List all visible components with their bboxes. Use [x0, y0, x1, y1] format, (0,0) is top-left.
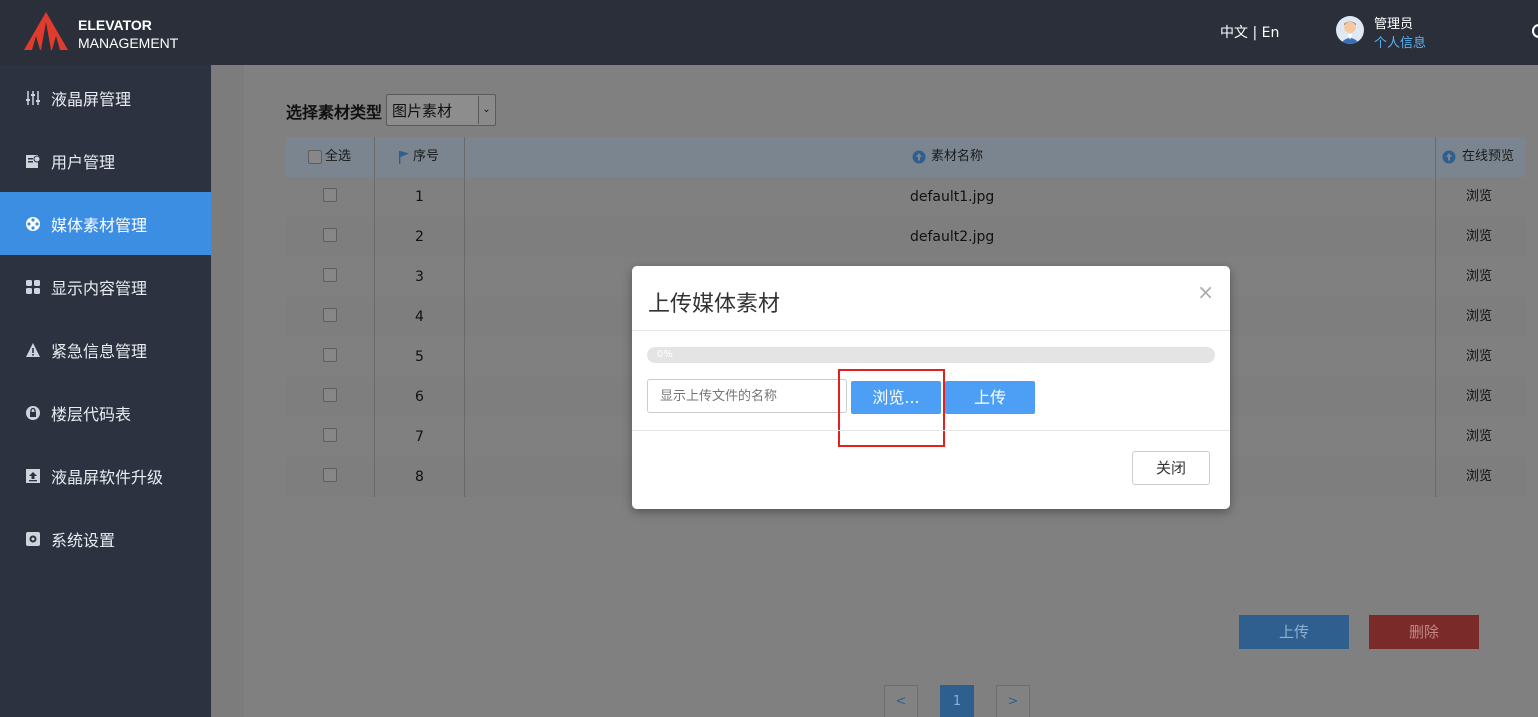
row-preview-link[interactable]: 浏览: [1466, 257, 1492, 297]
row-checkbox[interactable]: [323, 308, 337, 322]
power-icon[interactable]: [1532, 24, 1538, 38]
divider: [632, 330, 1230, 331]
flag-icon: [398, 137, 410, 177]
row-preview-link[interactable]: 浏览: [1466, 177, 1492, 217]
sidebar-item-label: 显示内容管理: [51, 278, 148, 298]
row-index: 5: [415, 349, 424, 365]
material-type-label: 选择素材类型: [286, 103, 383, 122]
row-checkbox[interactable]: [323, 228, 337, 242]
sidebar-item-floor-codes[interactable]: 楼层代码表: [0, 381, 211, 444]
header-index: 序号: [413, 149, 440, 164]
row-preview-link[interactable]: 浏览: [1466, 337, 1492, 377]
warning-icon: [24, 341, 42, 359]
row-index: 7: [415, 429, 424, 445]
row-preview-link[interactable]: 浏览: [1466, 297, 1492, 337]
row-checkbox[interactable]: [323, 268, 337, 282]
sidebar-item-upgrade[interactable]: 液晶屏软件升级: [0, 444, 211, 507]
sidebar-item-label: 用户管理: [51, 152, 116, 172]
sidebar-item-settings[interactable]: 系统设置: [0, 507, 211, 570]
row-checkbox[interactable]: [323, 428, 337, 442]
lock-icon: [24, 404, 42, 422]
row-preview-link[interactable]: 浏览: [1466, 417, 1492, 457]
row-preview-link[interactable]: 浏览: [1466, 377, 1492, 417]
sidebar-item-label: 系统设置: [51, 530, 116, 550]
close-icon[interactable]: ×: [1197, 280, 1214, 304]
sidebar-item-label: 液晶屏管理: [51, 89, 132, 109]
file-name-field[interactable]: [647, 379, 847, 413]
page-button-current[interactable]: 1: [940, 685, 974, 717]
row-preview-link[interactable]: 浏览: [1466, 457, 1492, 497]
gear-icon: [24, 530, 42, 548]
user-role: 管理员: [1374, 17, 1414, 32]
row-index: 1: [415, 189, 424, 205]
material-type-select[interactable]: 图片素材 ⌄: [386, 94, 496, 126]
logo-icon: [24, 12, 68, 50]
upload-progress-bar: 0%: [647, 347, 1215, 363]
row-index: 8: [415, 469, 424, 485]
upload-button[interactable]: 上传: [1239, 615, 1349, 649]
sort-icon[interactable]: [912, 137, 926, 177]
upload-icon: [24, 467, 42, 485]
header-select-all: 全选: [325, 149, 352, 164]
sort-icon[interactable]: [1442, 137, 1456, 177]
film-reel-icon: [24, 215, 42, 233]
sidebar-item-label: 楼层代码表: [51, 404, 132, 424]
upload-media-modal: 上传媒体素材 × 0% 浏览... 上传 关闭: [632, 266, 1230, 509]
row-name: default1.jpg: [910, 189, 995, 205]
prev-page-button[interactable]: <: [884, 685, 918, 717]
table-row: 2 default2.jpg 浏览: [286, 217, 1526, 257]
table-header: 全选 序号 素材名称 在线预览: [286, 137, 1526, 177]
row-name: default2.jpg: [910, 229, 995, 245]
sidebar-item-label: 紧急信息管理: [51, 341, 148, 361]
row-checkbox[interactable]: [323, 468, 337, 482]
select-all-checkbox[interactable]: [308, 150, 322, 164]
row-index: 6: [415, 389, 424, 405]
header-preview: 在线预览: [1462, 149, 1515, 164]
row-index: 4: [415, 309, 424, 325]
profile-link[interactable]: 个人信息: [1374, 32, 1426, 51]
row-checkbox[interactable]: [323, 188, 337, 202]
chevron-down-icon: ⌄: [478, 96, 494, 124]
language-switch[interactable]: 中文 | En: [1220, 22, 1279, 42]
user-card-icon: [24, 152, 42, 170]
row-index: 3: [415, 269, 424, 285]
sliders-icon: [24, 89, 42, 107]
avatar[interactable]: [1336, 16, 1364, 44]
row-checkbox[interactable]: [323, 348, 337, 362]
logo-line1: ELEVATOR: [78, 17, 152, 33]
close-button[interactable]: 关闭: [1132, 451, 1210, 485]
material-type-value: 图片素材: [392, 102, 453, 120]
header-name: 素材名称: [931, 149, 984, 164]
progress-text: 0%: [657, 349, 673, 360]
row-index: 2: [415, 229, 424, 245]
sidebar-item-media[interactable]: 媒体素材管理: [0, 192, 211, 255]
modal-upload-button[interactable]: 上传: [945, 381, 1035, 414]
highlight-box: [838, 369, 945, 447]
sidebar-item-lcd[interactable]: 液晶屏管理: [0, 66, 211, 129]
table-row: 1 default1.jpg 浏览: [286, 177, 1526, 217]
sidebar-item-label: 媒体素材管理: [51, 215, 148, 235]
top-bar: ELEVATOR MANAGEMENT 中文 | En 管理员 个人信息: [0, 0, 1538, 65]
sidebar-item-display[interactable]: 显示内容管理: [0, 255, 211, 318]
grid-icon: [24, 278, 42, 296]
row-preview-link[interactable]: 浏览: [1466, 217, 1492, 257]
row-checkbox[interactable]: [323, 388, 337, 402]
sidebar-item-label: 液晶屏软件升级: [51, 467, 164, 487]
logo-line2: MANAGEMENT: [78, 35, 179, 51]
next-page-button[interactable]: >: [996, 685, 1030, 717]
divider: [632, 430, 1230, 431]
column-divider: [464, 137, 465, 497]
logo-text: ELEVATOR MANAGEMENT: [78, 16, 178, 52]
sidebar: 液晶屏管理 用户管理 媒体素材管理 显示内容管理 紧急信息管理 楼层代码表 液晶…: [0, 65, 211, 717]
sidebar-item-emergency[interactable]: 紧急信息管理: [0, 318, 211, 381]
modal-title: 上传媒体素材: [648, 292, 781, 317]
column-divider: [1435, 137, 1436, 497]
column-divider: [374, 137, 375, 497]
sidebar-item-users[interactable]: 用户管理: [0, 129, 211, 192]
delete-button[interactable]: 删除: [1369, 615, 1479, 649]
